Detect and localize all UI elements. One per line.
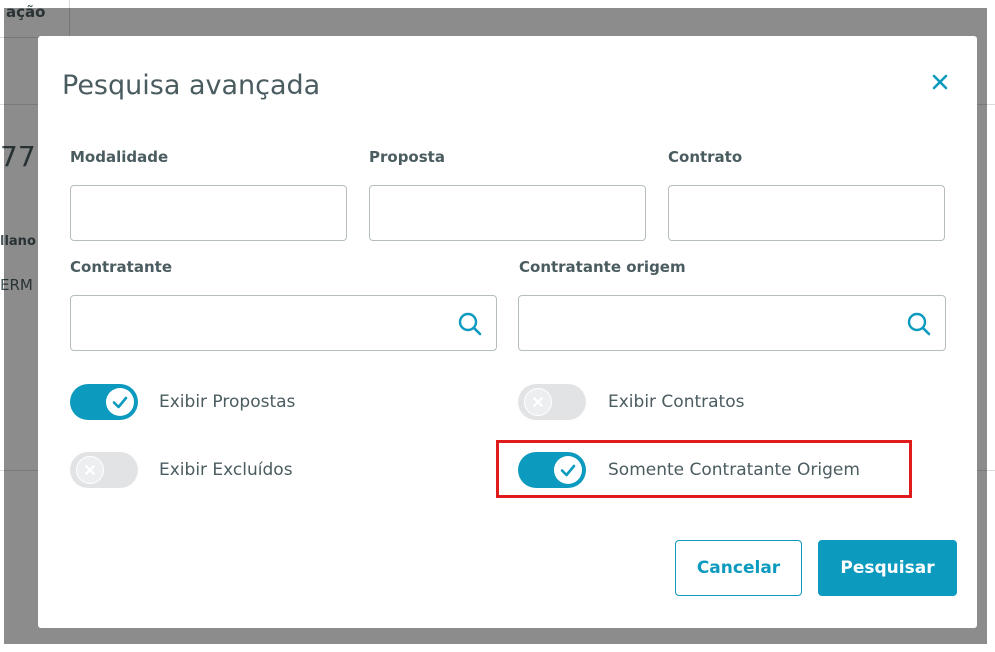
contratante-origem-field — [518, 295, 946, 351]
exibir-propostas-label: Exibir Propostas — [159, 392, 296, 412]
advanced-search-modal: Pesquisa avançada Modalidade Proposta Co… — [38, 36, 977, 628]
toggle-knob — [524, 388, 552, 416]
modalidade-input[interactable] — [71, 186, 346, 240]
contratante-label: Contratante — [70, 258, 172, 276]
contrato-label: Contrato — [668, 148, 743, 166]
exibir-contratos-label: Exibir Contratos — [608, 392, 745, 412]
modalidade-label: Modalidade — [70, 148, 169, 166]
cancel-button[interactable]: Cancelar — [675, 540, 802, 596]
proposta-input[interactable] — [370, 186, 645, 240]
exibir-propostas-toggle[interactable] — [70, 384, 138, 420]
modal-title: Pesquisa avançada — [62, 70, 321, 101]
contratante-input[interactable] — [71, 296, 496, 350]
exibir-excluidos-label: Exibir Excluídos — [159, 460, 293, 480]
contratante-origem-label: Contratante origem — [519, 258, 686, 276]
contratante-field — [70, 295, 497, 351]
toggle-knob — [76, 456, 104, 484]
exibir-contratos-toggle[interactable] — [518, 384, 586, 420]
proposta-label: Proposta — [369, 148, 445, 166]
somente-contratante-origem-toggle[interactable] — [518, 452, 586, 488]
search-button[interactable]: Pesquisar — [818, 540, 957, 596]
close-icon — [932, 74, 948, 90]
check-icon — [112, 396, 128, 409]
close-button[interactable] — [926, 66, 954, 98]
contratante-origem-input[interactable] — [519, 296, 945, 350]
x-icon — [85, 465, 95, 475]
toggle-knob — [106, 388, 134, 416]
contrato-input[interactable] — [669, 186, 944, 240]
x-icon — [533, 397, 543, 407]
check-icon — [560, 464, 576, 477]
search-icon[interactable] — [456, 310, 484, 338]
proposta-field — [369, 185, 646, 241]
somente-contratante-origem-label: Somente Contratante Origem — [608, 460, 860, 480]
contrato-field — [668, 185, 945, 241]
toggle-knob — [554, 456, 582, 484]
modalidade-field — [70, 185, 347, 241]
exibir-excluidos-toggle[interactable] — [70, 452, 138, 488]
search-icon[interactable] — [905, 310, 933, 338]
